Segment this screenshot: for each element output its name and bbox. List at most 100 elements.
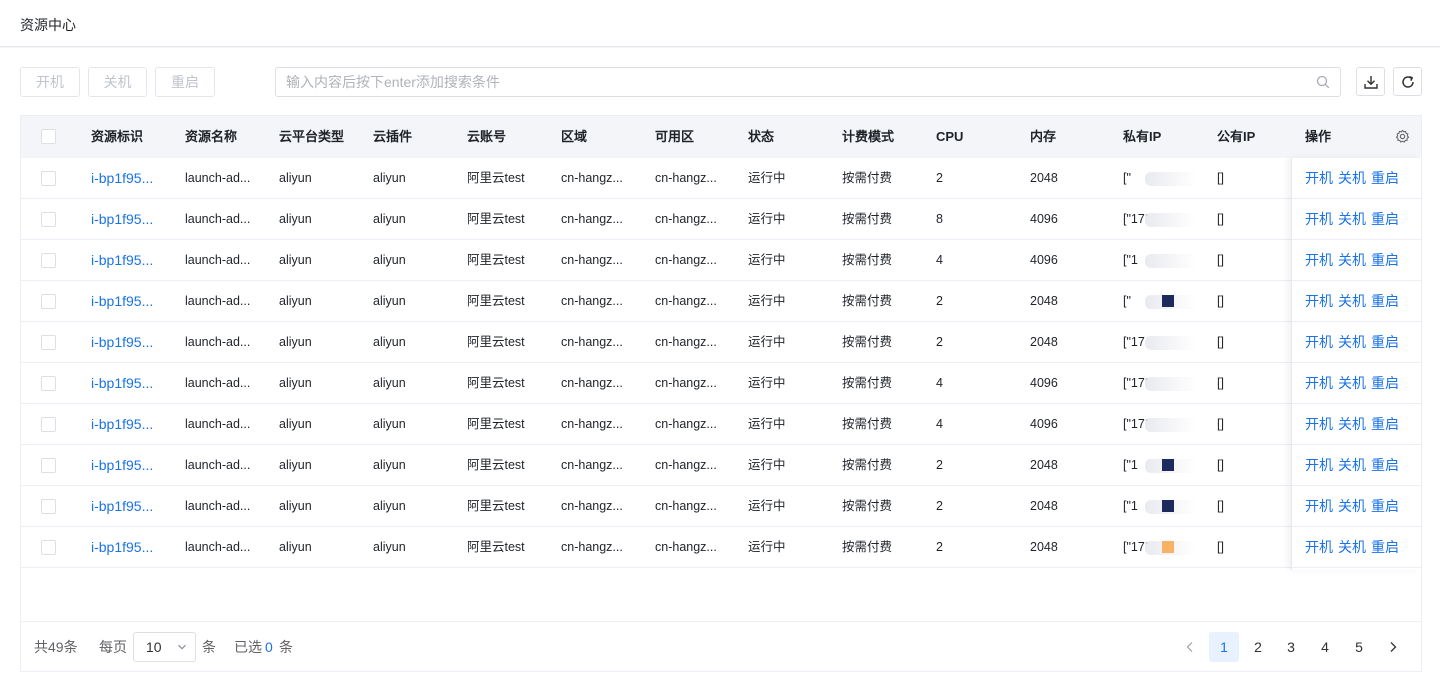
memory: 2048 xyxy=(1030,499,1058,513)
resource-id-link[interactable]: i-bp1f95... xyxy=(91,527,153,568)
redacted-ip xyxy=(1145,418,1197,432)
resource-id-link[interactable]: i-bp1f95... xyxy=(91,322,153,363)
row-checkbox[interactable] xyxy=(41,458,56,473)
next-page-button[interactable] xyxy=(1381,632,1405,662)
col-header: 资源名称 xyxy=(185,129,238,144)
cpu: 2 xyxy=(936,335,943,349)
row-checkbox[interactable] xyxy=(41,417,56,432)
table-row[interactable]: i-bp1f95... launch-ad... aliyun aliyun 阿里云te… xyxy=(21,486,1421,527)
private-ip: [" xyxy=(1123,294,1131,308)
col-header: 云平台类型 xyxy=(279,129,345,144)
col-header: 公有IP xyxy=(1217,129,1256,144)
resource-name: launch-ad... xyxy=(185,253,251,267)
select-all-checkbox[interactable] xyxy=(41,129,56,144)
col-header: 计费模式 xyxy=(842,129,895,144)
page-4-button[interactable]: 4 xyxy=(1310,632,1340,662)
search-icon[interactable] xyxy=(1316,75,1330,89)
table-row[interactable]: i-bp1f95... launch-ad... aliyun aliyun 阿里云te… xyxy=(21,404,1421,445)
cloud-account: 阿里云test xyxy=(467,335,525,349)
chevron-down-icon xyxy=(178,644,186,650)
table-row[interactable]: i-bp1f95... launch-ad... aliyun aliyun 阿里云te… xyxy=(21,445,1421,486)
page-3-button[interactable]: 3 xyxy=(1276,632,1306,662)
restart-button[interactable]: 重启 xyxy=(155,67,215,97)
cloud-account: 阿里云test xyxy=(467,540,525,554)
zone: cn-hangz... xyxy=(655,253,717,267)
redacted-ip xyxy=(1145,172,1197,186)
resource-name: launch-ad... xyxy=(185,376,251,390)
public-ip: [] xyxy=(1217,499,1224,513)
cloud-plugin: aliyun xyxy=(373,171,406,185)
resource-id-link[interactable]: i-bp1f95... xyxy=(91,158,153,199)
table-row[interactable]: i-bp1f95... launch-ad... aliyun aliyun 阿里云te… xyxy=(21,363,1421,404)
zone: cn-hangz... xyxy=(655,294,717,308)
status: 运行中 xyxy=(748,335,786,349)
total-count: 共49条 xyxy=(34,639,78,655)
public-ip: [] xyxy=(1217,540,1224,554)
redaction-mark xyxy=(1162,459,1174,471)
public-ip: [] xyxy=(1217,335,1224,349)
cloud-plugin: aliyun xyxy=(373,540,406,554)
zone: cn-hangz... xyxy=(655,335,717,349)
resource-name: launch-ad... xyxy=(185,458,251,472)
search-input[interactable] xyxy=(286,72,1286,92)
cloud-account: 阿里云test xyxy=(467,499,525,513)
page-size-select[interactable]: 10 xyxy=(133,632,196,662)
download-button[interactable] xyxy=(1356,67,1385,96)
start-button[interactable]: 开机 xyxy=(20,67,80,97)
gear-icon[interactable] xyxy=(1395,129,1410,144)
platform-type: aliyun xyxy=(279,212,312,226)
table-row[interactable]: i-bp1f95... launch-ad... aliyun aliyun 阿里云te… xyxy=(21,199,1421,240)
stop-button[interactable]: 关机 xyxy=(88,67,147,97)
status: 运行中 xyxy=(748,540,786,554)
page-2-button[interactable]: 2 xyxy=(1243,632,1273,662)
table-row[interactable]: i-bp1f95... launch-ad... aliyun aliyun 阿里云te… xyxy=(21,527,1421,568)
resource-name: launch-ad... xyxy=(185,335,251,349)
chevron-right-icon xyxy=(1390,642,1397,652)
resource-id-link[interactable]: i-bp1f95... xyxy=(91,404,153,445)
resource-id-link[interactable]: i-bp1f95... xyxy=(91,363,153,404)
row-checkbox[interactable] xyxy=(41,212,56,227)
memory: 4096 xyxy=(1030,376,1058,390)
private-ip: [" xyxy=(1123,171,1131,185)
row-checkbox[interactable] xyxy=(41,335,56,350)
resource-id-link[interactable]: i-bp1f95... xyxy=(91,281,153,322)
cpu: 2 xyxy=(936,540,943,554)
resource-id-link[interactable]: i-bp1f95... xyxy=(91,240,153,281)
row-checkbox[interactable] xyxy=(41,499,56,514)
platform-type: aliyun xyxy=(279,417,312,431)
row-checkbox[interactable] xyxy=(41,253,56,268)
billing-mode: 按需付费 xyxy=(842,417,893,431)
per-page-unit: 条 xyxy=(202,639,216,655)
platform-type: aliyun xyxy=(279,171,312,185)
table-row[interactable]: i-bp1f95... launch-ad... aliyun aliyun 阿里云te… xyxy=(21,281,1421,322)
cloud-plugin: aliyun xyxy=(373,335,406,349)
cpu: 8 xyxy=(936,212,943,226)
resource-id-link[interactable]: i-bp1f95... xyxy=(91,445,153,486)
resource-id-link[interactable]: i-bp1f95... xyxy=(91,486,153,527)
main-content: 开机 关机 重启 资源标识 资源名称 云平台类型 云插件 云账号 区域 可用区 … xyxy=(0,48,1440,690)
public-ip: [] xyxy=(1217,253,1224,267)
cpu: 4 xyxy=(936,376,943,390)
refresh-button[interactable] xyxy=(1393,67,1422,96)
billing-mode: 按需付费 xyxy=(842,212,893,226)
row-checkbox[interactable] xyxy=(41,376,56,391)
billing-mode: 按需付费 xyxy=(842,253,893,267)
status: 运行中 xyxy=(748,499,786,513)
row-checkbox[interactable] xyxy=(41,540,56,555)
public-ip: [] xyxy=(1217,376,1224,390)
table-row[interactable]: i-bp1f95... launch-ad... aliyun aliyun 阿里云te… xyxy=(21,322,1421,363)
billing-mode: 按需付费 xyxy=(842,335,893,349)
billing-mode: 按需付费 xyxy=(842,499,893,513)
row-checkbox[interactable] xyxy=(41,171,56,186)
selected-count: 0 xyxy=(265,639,273,655)
page-5-button[interactable]: 5 xyxy=(1344,632,1374,662)
cloud-account: 阿里云test xyxy=(467,376,525,390)
search-box xyxy=(275,67,1341,97)
table-row[interactable]: i-bp1f95... launch-ad... aliyun aliyun 阿里云te… xyxy=(21,240,1421,281)
row-checkbox[interactable] xyxy=(41,294,56,309)
table-row[interactable]: i-bp1f95... launch-ad... aliyun aliyun 阿里云te… xyxy=(21,158,1421,199)
page-1-button[interactable]: 1 xyxy=(1209,632,1239,662)
resource-id-link[interactable]: i-bp1f95... xyxy=(91,199,153,240)
platform-type: aliyun xyxy=(279,294,312,308)
prev-page-button[interactable] xyxy=(1178,632,1202,662)
